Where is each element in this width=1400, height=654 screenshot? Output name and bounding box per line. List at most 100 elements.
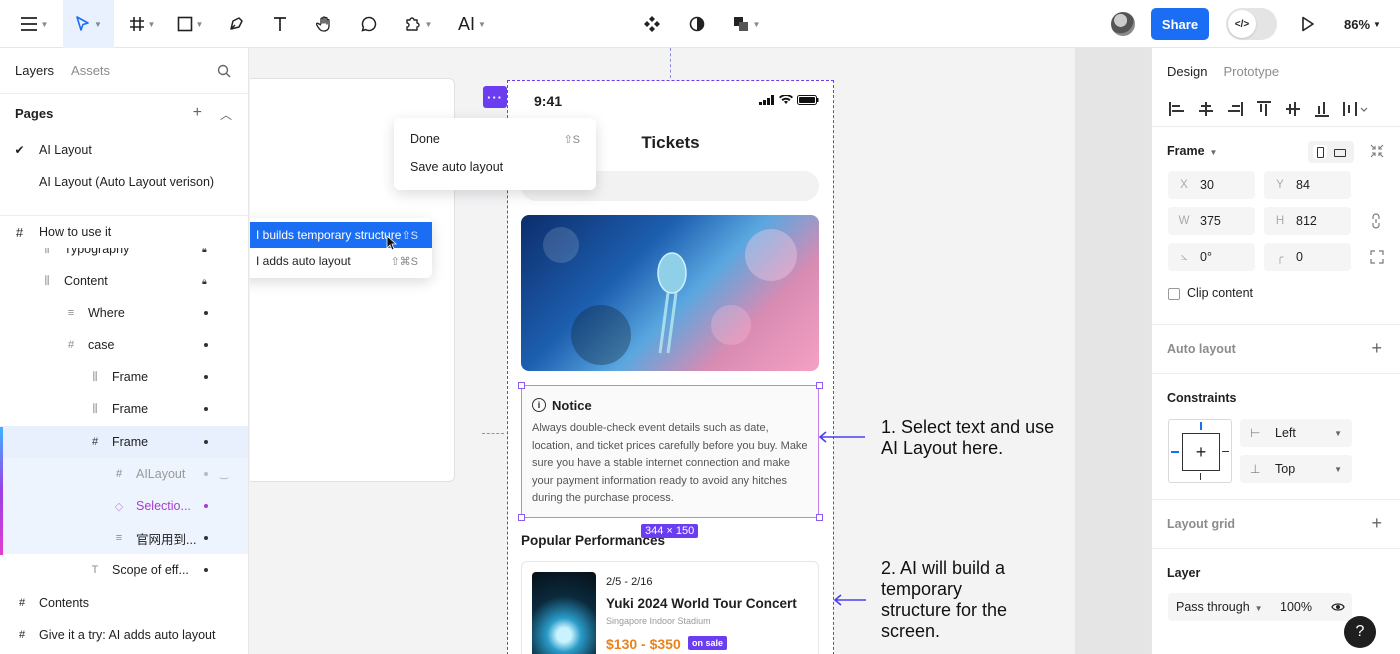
align-bottom-icon[interactable]	[1313, 100, 1331, 118]
frame-tool-button[interactable]: ▼	[122, 0, 162, 48]
menu-item-build-structure[interactable]: I builds temporary structure ⇧S	[250, 222, 432, 248]
align-center-v-icon[interactable]	[1284, 100, 1302, 118]
present-button[interactable]	[1296, 0, 1320, 48]
boolean-button[interactable]: ▼	[726, 0, 766, 48]
ai-tool-button[interactable]: AI ▼	[452, 0, 492, 48]
landscape-icon[interactable]	[1334, 149, 1346, 157]
more-options-button[interactable]: ···	[483, 86, 507, 108]
corner-radius-field[interactable]: ╭ 0	[1264, 243, 1351, 271]
mouse-cursor-icon	[386, 235, 398, 251]
layer-selection[interactable]: ◇ Selectio...	[0, 490, 248, 522]
lock-icon[interactable]: 🔒︎	[202, 276, 207, 287]
resize-handle[interactable]	[518, 382, 525, 389]
blend-mode-select[interactable]: Pass through ▼	[1176, 600, 1263, 614]
comment-tool-button[interactable]	[355, 0, 383, 48]
add-page-icon[interactable]: +	[193, 104, 202, 123]
portrait-icon[interactable]	[1313, 145, 1327, 159]
chevron-down-icon: ▼	[1254, 604, 1263, 613]
independent-corners-icon[interactable]	[1370, 250, 1384, 264]
chevron-down-icon: ▼	[1334, 464, 1342, 474]
zoom-value: 86%	[1344, 16, 1371, 32]
page-item-ai-layout[interactable]: ✔ AI Layout	[0, 134, 248, 166]
user-avatar[interactable]	[1111, 12, 1135, 36]
layer-ailayout[interactable]: # AILayout ‿	[0, 458, 248, 490]
text-lines-icon: ≡	[67, 307, 75, 319]
zoom-control[interactable]: 86% ▼	[1344, 0, 1381, 48]
align-right-icon[interactable]	[1226, 100, 1244, 118]
resize-to-fit-icon[interactable]	[1370, 144, 1384, 158]
layer-contents[interactable]: # Contents	[0, 587, 248, 619]
distribute-icon[interactable]	[1342, 100, 1368, 118]
tab-prototype[interactable]: Prototype	[1223, 64, 1279, 79]
add-layout-grid-icon[interactable]: +	[1371, 513, 1382, 534]
layer-how-to-use-it[interactable]: # How to use it	[0, 215, 248, 248]
add-auto-layout-icon[interactable]: +	[1371, 338, 1382, 359]
align-top-icon[interactable]	[1255, 100, 1273, 118]
pen-tool-button[interactable]	[222, 0, 250, 48]
layer-content[interactable]: ⫼ Content 🔒︎	[0, 265, 248, 297]
menu-item-save-auto-layout[interactable]: Save auto layout	[394, 154, 596, 180]
clip-content-checkbox[interactable]	[1168, 288, 1180, 300]
align-center-h-icon[interactable]	[1197, 100, 1215, 118]
plugins-button[interactable]: ▼	[398, 0, 438, 48]
dev-mode-toggle[interactable]: </>	[1226, 8, 1277, 40]
layer-text-ai[interactable]: ≡ 官网用到...	[0, 522, 248, 554]
tab-layers[interactable]: Layers	[15, 63, 54, 78]
on-sale-badge: on sale	[688, 636, 728, 650]
rectangle-icon	[177, 16, 192, 32]
move-tool-button[interactable]: ▼	[63, 0, 114, 48]
hidden-eye-icon[interactable]: ‿	[220, 469, 228, 480]
search-icon[interactable]	[217, 64, 231, 78]
layer-frame[interactable]: ⫼ Frame	[0, 361, 248, 393]
layer-case[interactable]: # case	[0, 329, 248, 361]
tab-assets[interactable]: Assets	[71, 63, 110, 78]
opacity-field[interactable]: 100%	[1280, 600, 1312, 614]
collapse-icon[interactable]: ︿	[220, 106, 232, 123]
layer-where[interactable]: ≡ Where	[0, 297, 248, 329]
cursor-icon	[76, 16, 89, 31]
toolbar: ▼ ▼ ▼ ▼ ▼ AI ▼ ▼ Share </> 86% ▼	[0, 0, 1400, 48]
play-icon	[1302, 16, 1314, 32]
boolean-icon	[733, 17, 748, 31]
text-tool-button[interactable]	[266, 0, 294, 48]
frame-section-label[interactable]: Frame ▼	[1167, 144, 1217, 158]
ai-layout-menu: I builds temporary structure ⇧S I adds au…	[250, 218, 432, 278]
constraint-center[interactable]: +	[1182, 433, 1220, 471]
resize-handle[interactable]	[816, 382, 823, 389]
ai-frame-icon: #	[91, 436, 99, 448]
x-field[interactable]: X 30	[1168, 171, 1255, 199]
tab-design[interactable]: Design	[1167, 64, 1207, 79]
menu-item-done[interactable]: Done ⇧S	[394, 126, 596, 152]
canvas[interactable]: I builds temporary structure ⇧S I adds au…	[250, 48, 1074, 654]
layer-frame-selected[interactable]: # Frame	[0, 426, 248, 458]
align-left-icon[interactable]	[1168, 100, 1186, 118]
constraint-widget[interactable]: +	[1168, 419, 1232, 483]
rotation-field[interactable]: ⦣ 0°	[1168, 243, 1255, 271]
horizontal-constraint-select[interactable]: ⊢ Left ▼	[1240, 419, 1352, 447]
y-field[interactable]: Y 84	[1264, 171, 1351, 199]
help-button[interactable]: ?	[1344, 616, 1376, 648]
contrast-icon	[689, 16, 705, 32]
performance-card[interactable]: 2/5 - 2/16 Yuki 2024 World Tour Concert …	[521, 561, 819, 654]
page-item-auto-layout[interactable]: AI Layout (Auto Layout verison)	[0, 166, 248, 198]
vertical-constraint-select[interactable]: ⊥ Top ▼	[1240, 455, 1352, 483]
theme-button[interactable]	[683, 0, 711, 48]
eye-icon[interactable]	[1331, 601, 1345, 613]
layer-frame[interactable]: ⫼ Frame	[0, 393, 248, 425]
resize-handle[interactable]	[816, 514, 823, 521]
main-menu-button[interactable]: ▼	[12, 0, 56, 48]
height-field[interactable]: H 812	[1264, 207, 1351, 235]
components-button[interactable]	[638, 0, 666, 48]
hand-tool-button[interactable]	[311, 0, 339, 48]
layer-give-it-a-try[interactable]: # Give it a try: AI adds auto layout	[0, 619, 248, 651]
layer-scope-of-effect[interactable]: T Scope of eff...	[0, 554, 248, 586]
share-button[interactable]: Share	[1151, 8, 1209, 40]
resize-handle[interactable]	[518, 514, 525, 521]
width-field[interactable]: W 375	[1168, 207, 1255, 235]
notice-box[interactable]: i Notice Always double-check event detai…	[521, 385, 819, 518]
shape-tool-button[interactable]: ▼	[170, 0, 210, 48]
constrain-proportions-icon[interactable]	[1370, 213, 1382, 229]
menu-item-add-auto-layout[interactable]: I adds auto layout ⇧⌘S	[250, 248, 432, 274]
perf-date: 2/5 - 2/16	[606, 576, 653, 588]
annotation-step-1: 1. Select text and use AI Layout here.	[881, 417, 1055, 458]
